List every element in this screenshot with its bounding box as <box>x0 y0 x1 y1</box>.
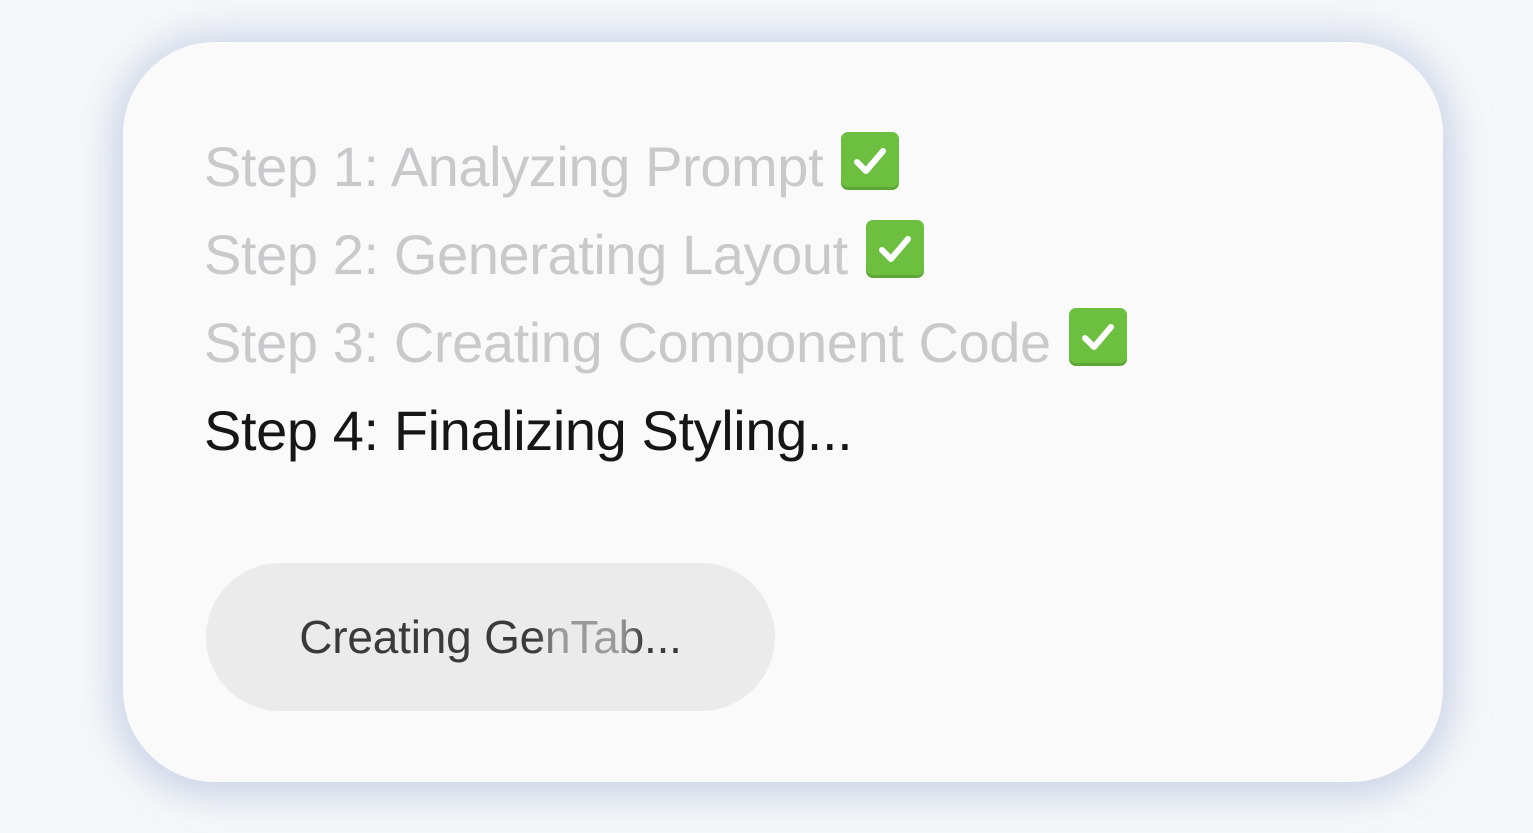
check-mark-icon <box>865 220 924 278</box>
step-label: Step 4: Finalizing Styling... <box>204 398 853 462</box>
step-item-creating-component-code: Step 3: Creating Component Code <box>204 298 1127 386</box>
generation-progress-card: Step 1: Analyzing Prompt Step 2: Generat… <box>123 42 1443 782</box>
check-mark-icon <box>1068 308 1127 366</box>
status-button-label: Creating GenTab... <box>299 611 682 663</box>
step-label: Step 1: Analyzing Prompt <box>204 134 824 198</box>
step-label: Step 3: Creating Component Code <box>204 310 1051 374</box>
step-item-analyzing-prompt: Step 1: Analyzing Prompt <box>204 122 1127 210</box>
creating-gentab-status-button[interactable]: Creating GenTab... <box>206 563 775 711</box>
check-mark-icon <box>841 132 900 190</box>
step-label: Step 2: Generating Layout <box>204 222 848 286</box>
step-item-generating-layout: Step 2: Generating Layout <box>204 210 1127 298</box>
step-item-finalizing-styling: Step 4: Finalizing Styling... <box>204 386 1127 474</box>
step-list: Step 1: Analyzing Prompt Step 2: Generat… <box>204 122 1127 474</box>
